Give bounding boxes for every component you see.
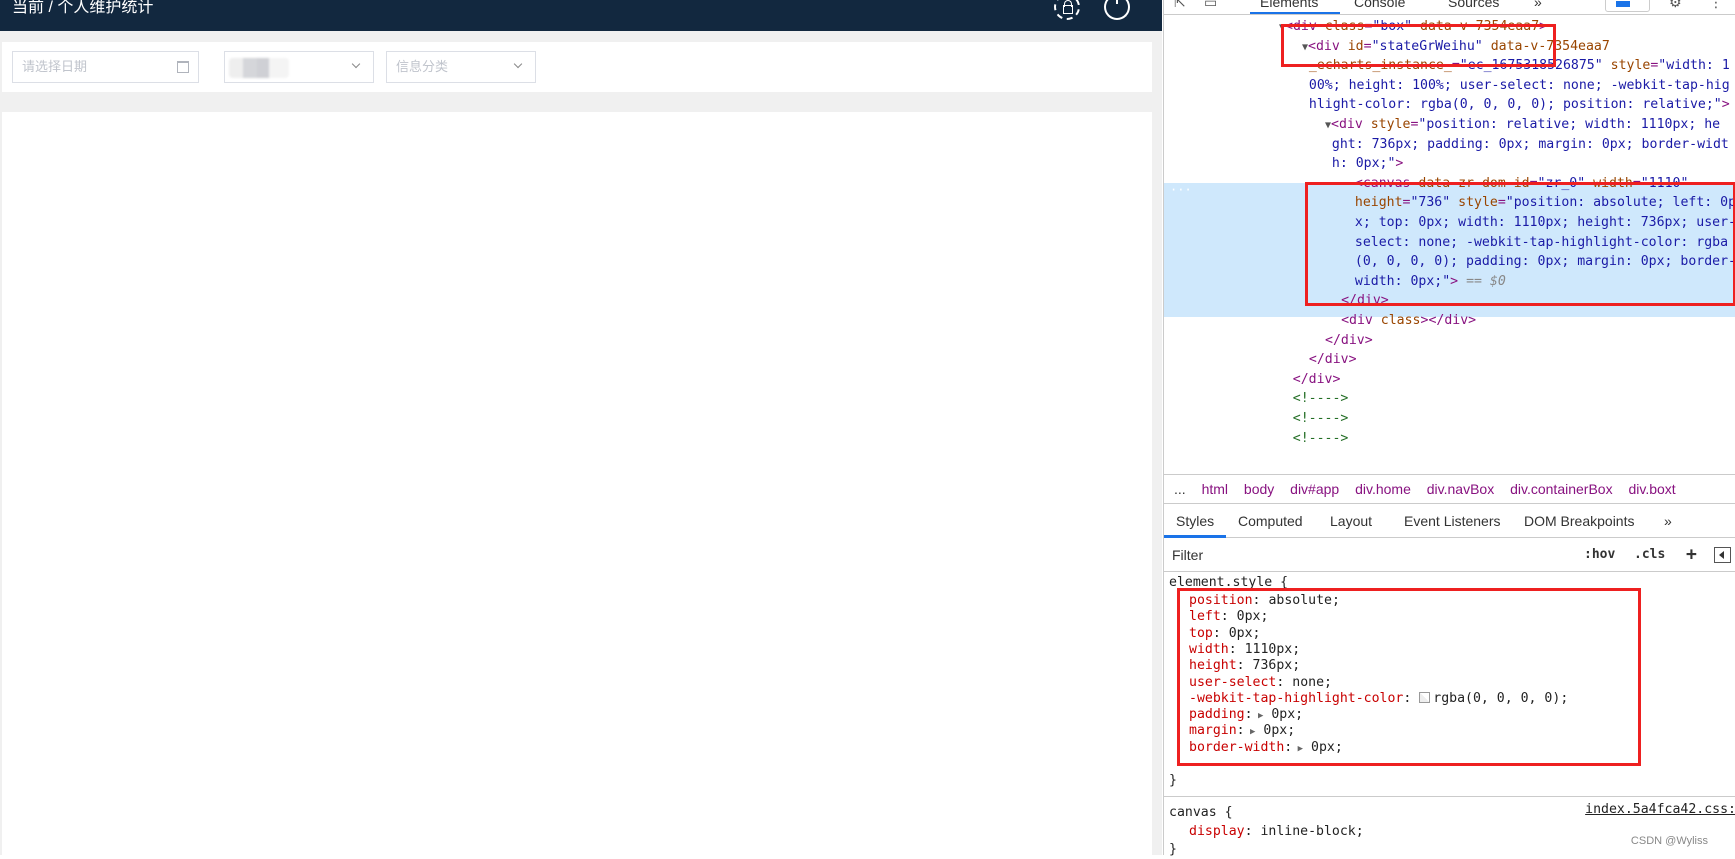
dom-node-line[interactable]: <!---->	[1293, 428, 1349, 449]
dom-node-line[interactable]: </div>	[1309, 349, 1357, 370]
dom-node-line[interactable]: _echarts_instance_="ec_1675318526875" st…	[1309, 55, 1730, 76]
tab-computed[interactable]: Computed	[1238, 504, 1303, 538]
dom-breadcrumbs: ... html body div#app div.home div.navBo…	[1164, 474, 1735, 504]
active-tab-indicator	[1250, 12, 1340, 14]
date-placeholder: 请选择日期	[22, 59, 88, 74]
tab-elements[interactable]: Elements	[1260, 0, 1318, 10]
styles-filter-row: Filter :hov .cls +	[1164, 538, 1735, 572]
style-property[interactable]: position: absolute;	[1189, 592, 1340, 610]
dom-node-line[interactable]: 00%; height: 100%; user-select: none; -w…	[1309, 75, 1730, 96]
app-page: 当前 / 个人维护统计 请选择日期 信息分类	[0, 0, 1162, 855]
dom-node-line[interactable]: x; top: 0px; width: 1110px; height: 736p…	[1355, 212, 1735, 233]
blurred-value	[229, 58, 289, 78]
dom-node-line[interactable]: height="736" style="position: absolute; …	[1355, 192, 1735, 213]
styles-filter-input[interactable]: Filter	[1166, 542, 1576, 568]
lock-icon[interactable]	[1054, 0, 1080, 20]
add-rule-button[interactable]: +	[1686, 538, 1697, 572]
watermark: CSDN @Wyliss	[1630, 835, 1708, 847]
calendar-icon	[177, 61, 189, 73]
dom-node-line[interactable]: <div class></div>	[1341, 310, 1476, 331]
breadcrumb-navbox[interactable]: div.navBox	[1427, 481, 1494, 497]
style-property[interactable]: left: 0px;	[1189, 608, 1268, 626]
styles-pane: element.style { position: absolute; left:…	[1164, 572, 1735, 857]
filter-bar: 请选择日期 信息分类	[2, 42, 1152, 92]
category-placeholder: 信息分类	[396, 59, 449, 74]
tab-more[interactable]: »	[1534, 0, 1542, 10]
hov-button[interactable]: :hov	[1584, 538, 1615, 572]
inspect-icon[interactable]: ⇱	[1174, 0, 1186, 11]
devtools-panel: ⇱ ▭ Elements Console Sources » ⚙ ⋮ ··· ▼…	[1163, 0, 1735, 857]
issues-badge[interactable]	[1605, 0, 1650, 12]
device-toolbar-icon[interactable]: ▭	[1204, 0, 1217, 11]
dom-node-line[interactable]: select: none; -webkit-tap-highlight-colo…	[1355, 232, 1728, 253]
tab-sources[interactable]: Sources	[1448, 0, 1499, 10]
dom-node-line[interactable]: h: 0px;">	[1332, 153, 1403, 174]
toggle-sidebar-icon[interactable]	[1714, 547, 1731, 563]
dom-node-line[interactable]: width: 0px;"> == $0	[1355, 271, 1506, 292]
dom-tree: ··· ▼<div class="box" data-v-7354eaa7> ▼<…	[1164, 16, 1735, 472]
dom-node-line[interactable]: ▼<div style="position: relative; width: …	[1325, 114, 1720, 135]
breadcrumb-app[interactable]: div#app	[1290, 481, 1339, 497]
dom-node-line[interactable]: <!---->	[1293, 388, 1349, 409]
dom-node-line[interactable]: </div>	[1341, 290, 1389, 311]
dom-node-line[interactable]: ▼<div class="box" data-v-7354eaa7>	[1279, 16, 1547, 37]
tab-layout[interactable]: Layout	[1330, 504, 1372, 538]
chevron-down-icon	[513, 59, 523, 69]
dom-node-line[interactable]: </div>	[1293, 369, 1341, 390]
element-style-selector: element.style {	[1169, 575, 1289, 590]
style-property[interactable]: border-width: ▶ 0px;	[1189, 739, 1343, 757]
dom-node-line[interactable]: <canvas data-zr-dom-id="zr_0" width="111…	[1355, 173, 1689, 194]
gear-icon[interactable]: ⚙	[1669, 0, 1682, 11]
devtools-top-tabs: ⇱ ▭ Elements Console Sources » ⚙ ⋮	[1164, 0, 1735, 15]
tab-dom-breakpoints[interactable]: DOM Breakpoints	[1524, 504, 1634, 538]
date-picker-input[interactable]: 请选择日期	[12, 51, 199, 83]
breadcrumb-containerbox[interactable]: div.containerBox	[1510, 481, 1612, 497]
breadcrumb-more[interactable]: ...	[1174, 481, 1186, 497]
canvas-rule-selector: canvas {	[1169, 805, 1233, 820]
dom-node-line[interactable]: </div>	[1325, 330, 1373, 351]
style-property[interactable]: padding: ▶ 0px;	[1189, 706, 1303, 724]
breadcrumb-html[interactable]: html	[1202, 481, 1228, 497]
close-brace: }	[1169, 773, 1177, 788]
css-source-link[interactable]: index.5a4fca42.css:	[1585, 802, 1735, 817]
chart-container	[2, 112, 1152, 855]
dom-node-line[interactable]: ght: 736px; padding: 0px; margin: 0px; b…	[1332, 134, 1729, 155]
top-header: 当前 / 个人维护统计	[0, 0, 1162, 31]
more-menu-icon[interactable]: ⋮	[1709, 0, 1723, 11]
dom-node-line[interactable]: <!---->	[1293, 408, 1349, 429]
breadcrumb-home[interactable]: div.home	[1355, 481, 1411, 497]
style-property[interactable]: width: 1110px;	[1189, 641, 1300, 659]
page-breadcrumb: 当前 / 个人维护统计	[12, 0, 154, 16]
tab-styles[interactable]: Styles	[1176, 504, 1214, 538]
tab-more-styles[interactable]: »	[1664, 504, 1672, 538]
rule-separator	[1164, 796, 1735, 797]
breadcrumb-body[interactable]: body	[1244, 481, 1274, 497]
category-select[interactable]: 信息分类	[386, 51, 536, 83]
breadcrumb-boxt[interactable]: div.boxt	[1628, 481, 1675, 497]
color-swatch[interactable]	[1419, 691, 1431, 703]
cls-button[interactable]: .cls	[1634, 538, 1665, 572]
style-property[interactable]: height: 736px;	[1189, 657, 1300, 675]
dom-node-line[interactable]: hlight-color: rgba(0, 0, 0, 0); position…	[1309, 94, 1730, 115]
style-property[interactable]: -webkit-tap-highlight-color: rgba(0, 0, …	[1189, 690, 1568, 708]
tab-console[interactable]: Console	[1354, 0, 1405, 10]
power-icon[interactable]	[1104, 0, 1130, 20]
node-ellipsis[interactable]: ···	[1170, 183, 1192, 197]
canvas-rule-prop: display: inline-block;	[1189, 824, 1364, 839]
style-property[interactable]: margin: ▶ 0px;	[1189, 722, 1295, 740]
dom-node-line[interactable]: ▼<div id="stateGrWeihu" data-v-7354eaa7	[1302, 36, 1610, 57]
styles-tabs: Styles Computed Layout Event Listeners D…	[1164, 504, 1735, 538]
chevron-down-icon	[351, 59, 361, 69]
dom-node-line[interactable]: (0, 0, 0, 0); padding: 0px; margin: 0px;…	[1355, 251, 1735, 272]
tab-event-listeners[interactable]: Event Listeners	[1404, 504, 1501, 538]
style-property[interactable]: user-select: none;	[1189, 674, 1332, 692]
person-select[interactable]	[224, 51, 374, 83]
canvas-rule-close: }	[1169, 842, 1177, 857]
style-property[interactable]: top: 0px;	[1189, 625, 1261, 643]
